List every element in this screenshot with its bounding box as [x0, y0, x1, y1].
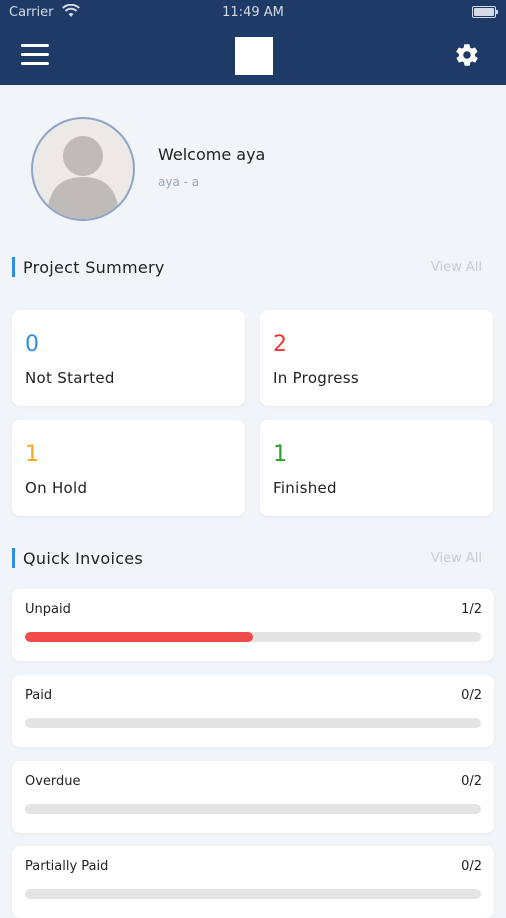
summary-count: 2: [273, 332, 287, 357]
project-summary-header: Project Summery View All: [12, 257, 482, 279]
status-time: 11:49 AM: [222, 5, 284, 20]
welcome-text: Welcome aya: [158, 145, 266, 164]
summary-label: In Progress: [273, 369, 360, 387]
summary-card-in-progress[interactable]: 2 In Progress: [260, 310, 493, 406]
gear-icon[interactable]: [454, 42, 480, 68]
summary-count: 0: [25, 332, 39, 357]
user-subtitle: aya - a: [158, 175, 200, 189]
summary-card-on-hold[interactable]: 1 On Hold: [12, 420, 245, 516]
invoice-fraction: 1/2: [461, 602, 482, 617]
summary-label: Finished: [273, 479, 337, 497]
app-logo: [235, 37, 273, 75]
summary-card-finished[interactable]: 1 Finished: [260, 420, 493, 516]
view-all-invoices-link[interactable]: View All: [431, 551, 482, 566]
invoice-row-overdue[interactable]: Overdue 0/2: [12, 761, 494, 833]
invoice-progress-track: [25, 804, 481, 814]
invoice-label: Partially Paid: [25, 859, 109, 874]
avatar[interactable]: [31, 117, 135, 221]
section-title: Project Summery: [23, 258, 165, 277]
invoice-label: Unpaid: [25, 602, 71, 617]
top-bar: Carrier 11:49 AM: [0, 0, 506, 85]
battery-icon: [472, 6, 498, 18]
invoice-row-unpaid[interactable]: Unpaid 1/2: [12, 589, 494, 661]
invoice-progress-track: [25, 632, 481, 642]
summary-card-not-started[interactable]: 0 Not Started: [12, 310, 245, 406]
invoice-progress-track: [25, 889, 481, 899]
quick-invoices-header: Quick Invoices View All: [12, 548, 482, 570]
section-accent-bar: [12, 257, 15, 277]
invoice-fraction: 0/2: [461, 688, 482, 703]
invoice-label: Overdue: [25, 774, 81, 789]
section-title: Quick Invoices: [23, 549, 144, 568]
invoice-progress-track: [25, 718, 481, 728]
invoice-row-paid[interactable]: Paid 0/2: [12, 675, 494, 747]
summary-label: Not Started: [25, 369, 115, 387]
nav-bar: [0, 26, 506, 85]
invoice-row-partially-paid[interactable]: Partially Paid 0/2: [12, 846, 494, 918]
invoice-fraction: 0/2: [461, 774, 482, 789]
section-accent-bar: [12, 548, 15, 568]
summary-label: On Hold: [25, 479, 88, 497]
summary-count: 1: [25, 442, 39, 467]
summary-count: 1: [273, 442, 287, 467]
view-all-projects-link[interactable]: View All: [431, 260, 482, 275]
invoice-label: Paid: [25, 688, 53, 703]
invoice-progress-fill: [25, 632, 253, 642]
status-bar: Carrier 11:49 AM: [0, 0, 506, 26]
invoice-fraction: 0/2: [461, 859, 482, 874]
hamburger-icon[interactable]: [21, 44, 49, 66]
